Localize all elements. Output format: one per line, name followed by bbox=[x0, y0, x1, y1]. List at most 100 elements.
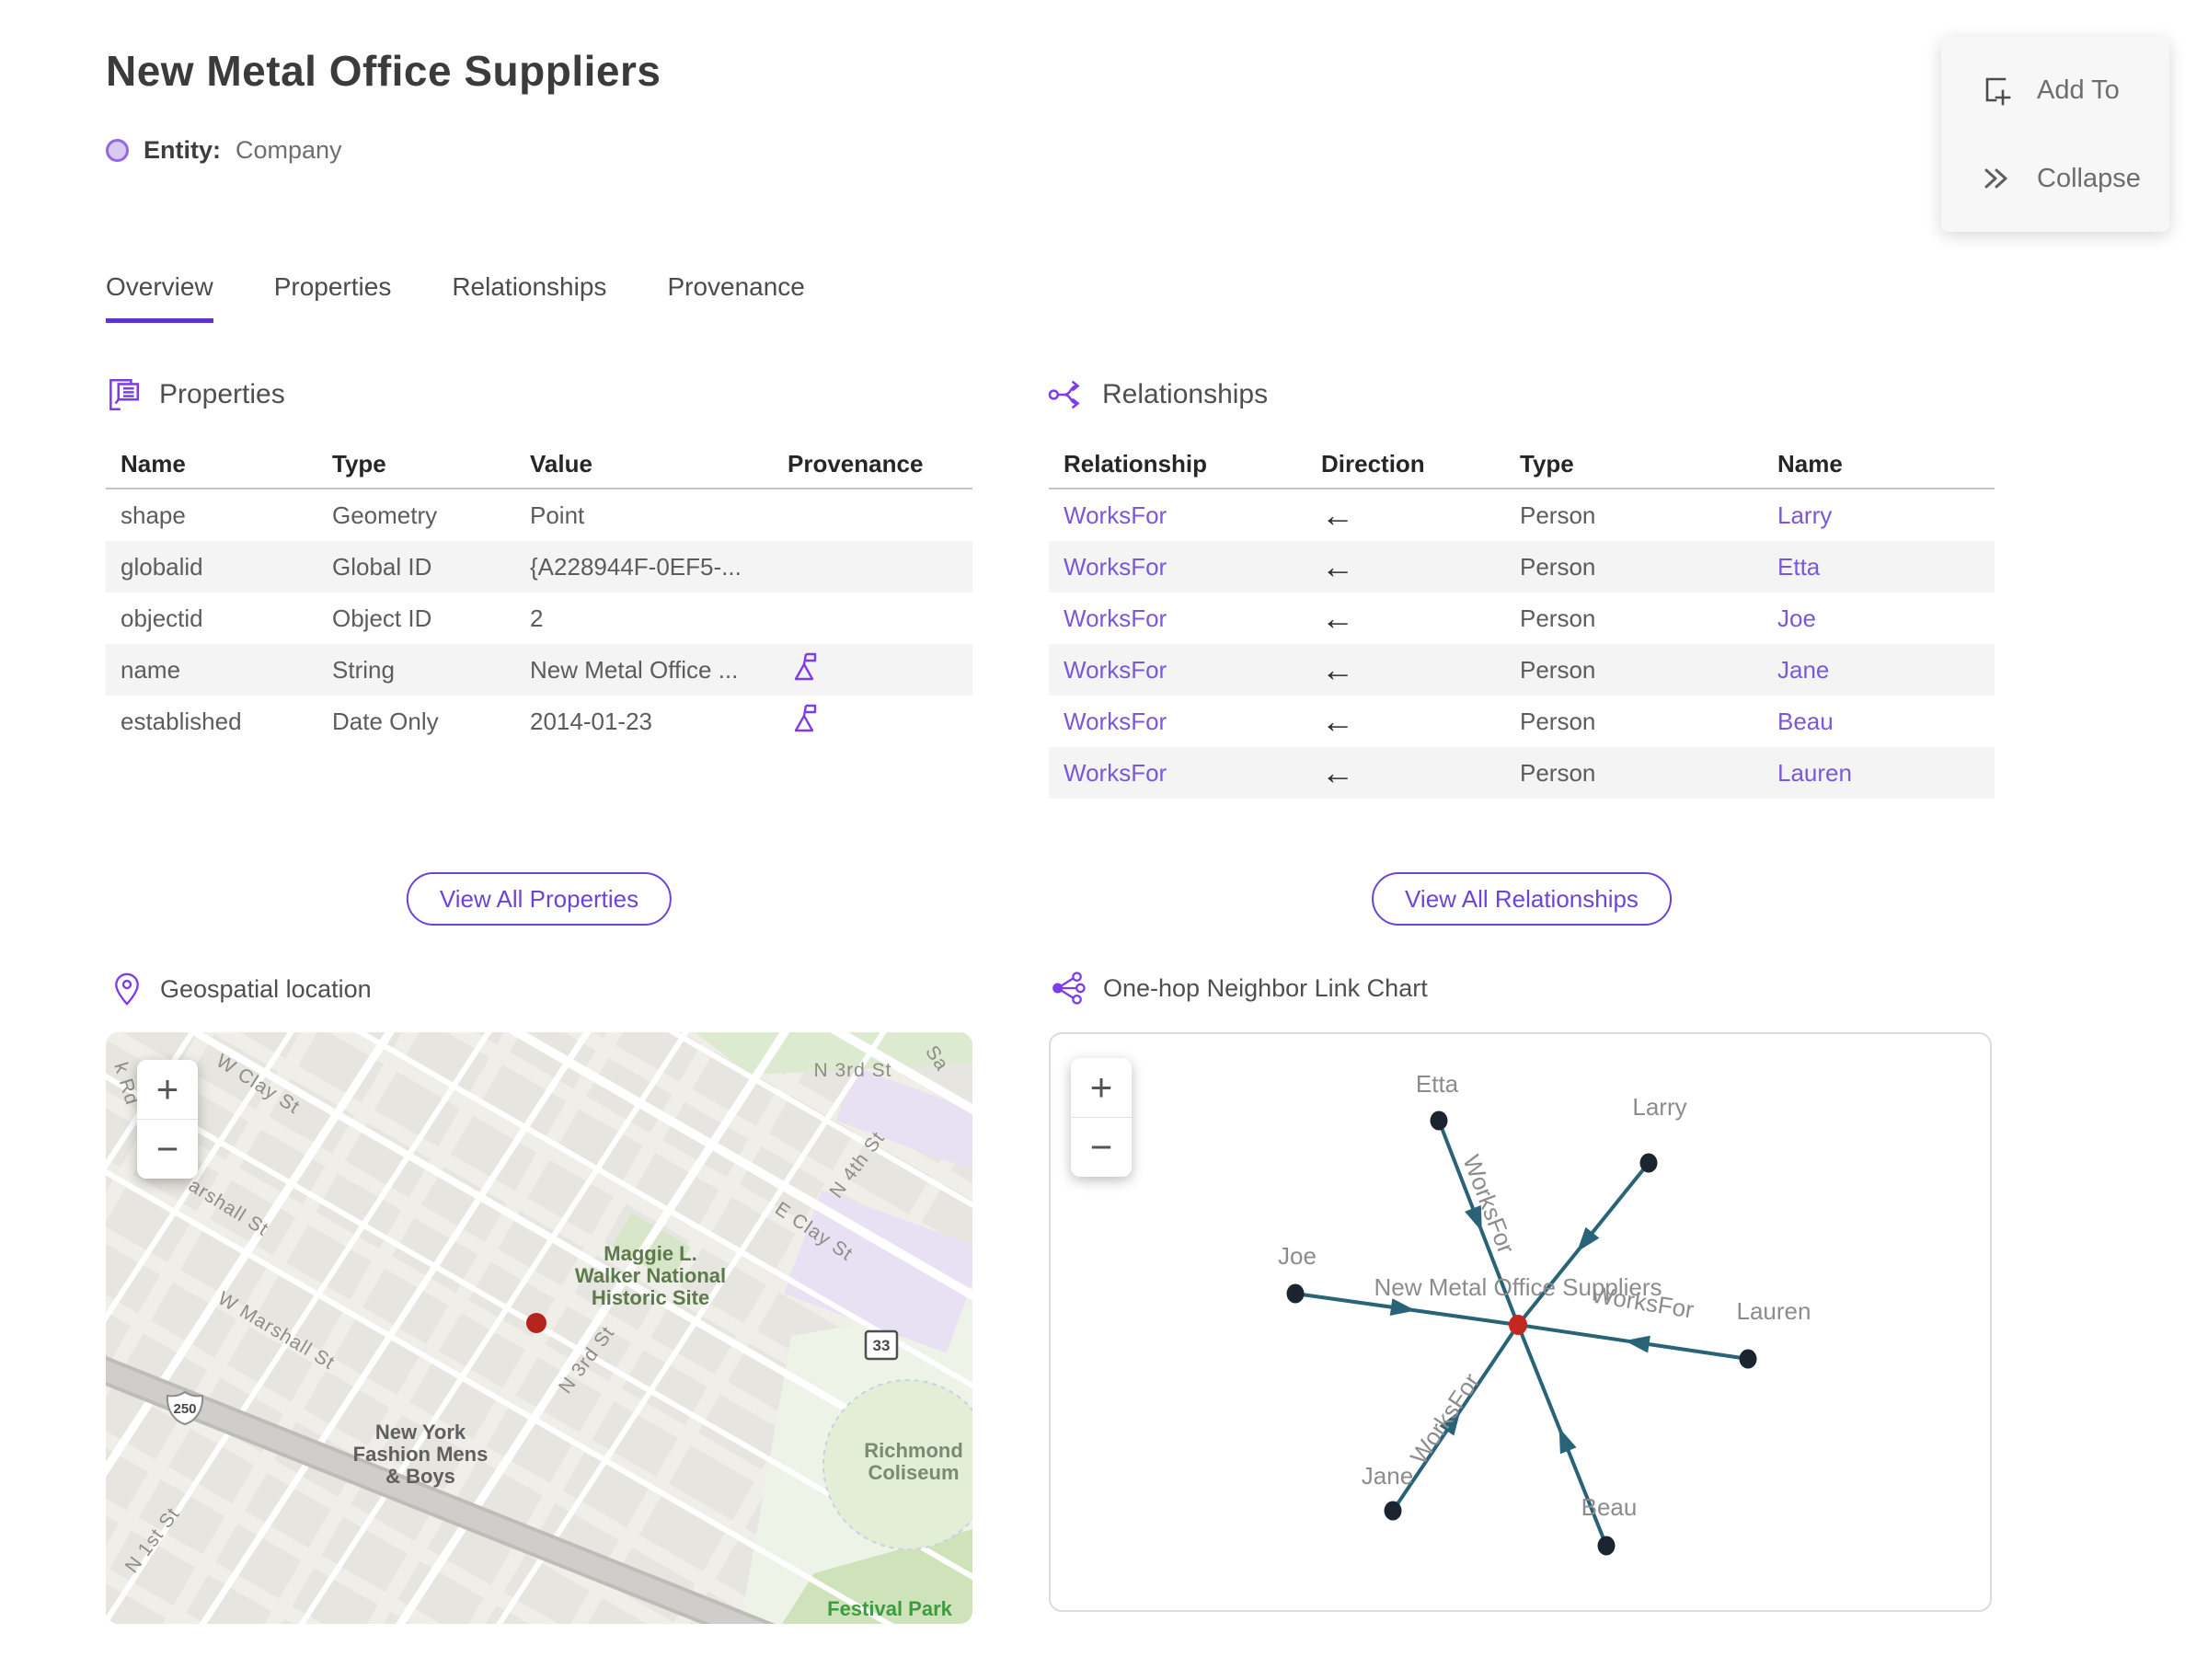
relationship-link[interactable]: WorksFor bbox=[1049, 708, 1306, 736]
view-all-properties-button[interactable]: View All Properties bbox=[406, 872, 673, 926]
col-provenance: Provenance bbox=[788, 449, 924, 478]
relationships-section-title: Relationships bbox=[1102, 379, 1269, 409]
relationship-link[interactable]: WorksFor bbox=[1049, 656, 1306, 685]
link-chart-section-title: One-hop Neighbor Link Chart bbox=[1103, 973, 1428, 1002]
map-zoom-in-button[interactable]: + bbox=[137, 1060, 198, 1119]
relationship-link[interactable]: WorksFor bbox=[1049, 604, 1306, 633]
one-hop-link-chart-icon bbox=[1052, 972, 1086, 1005]
collapse-label: Collapse bbox=[2037, 163, 2141, 193]
svg-text:Beau: Beau bbox=[1581, 1493, 1638, 1521]
col-value: Value bbox=[530, 449, 592, 478]
map-location-marker bbox=[526, 1313, 546, 1333]
related-entity-link[interactable]: Lauren bbox=[1763, 759, 1995, 788]
direction-arrow: ← bbox=[1321, 547, 1354, 585]
direction-arrow: ← bbox=[1321, 702, 1354, 740]
property-type: Object ID bbox=[332, 604, 432, 632]
chart-zoom-out-button[interactable]: − bbox=[1071, 1117, 1132, 1177]
link-chart-canvas[interactable]: EttaLarryJoeLaurenJaneBeauNew Metal Offi… bbox=[1051, 1034, 1990, 1610]
direction-arrow: ← bbox=[1321, 754, 1354, 791]
relationship-row: WorksFor ← Person Etta bbox=[1049, 541, 1995, 593]
relationships-icon bbox=[1048, 381, 1080, 408]
related-entity-type: Person bbox=[1520, 501, 1596, 529]
svg-text:Lauren: Lauren bbox=[1737, 1297, 1811, 1325]
tab-bar: Overview Properties Relationships Proven… bbox=[106, 272, 805, 323]
property-type: String bbox=[332, 655, 395, 684]
direction-arrow: ← bbox=[1321, 650, 1354, 688]
actions-panel: Add To Collapse bbox=[1941, 37, 2169, 232]
tab-provenance[interactable]: Provenance bbox=[667, 272, 804, 323]
property-type: Date Only bbox=[332, 707, 439, 735]
property-value: 2 bbox=[530, 604, 544, 632]
map-panel: 250 33 k Rd W Clay St Sa arshall St W Marsha… bbox=[106, 1032, 972, 1624]
provenance-cell[interactable] bbox=[773, 702, 972, 742]
entity-row: Entity: Company bbox=[106, 136, 342, 165]
view-all-relationships-button[interactable]: View All Relationships bbox=[1372, 872, 1672, 926]
chart-zoom-in-button[interactable]: + bbox=[1071, 1058, 1132, 1117]
properties-section-title: Properties bbox=[159, 379, 285, 409]
col-type: Type bbox=[1520, 449, 1574, 478]
svg-text:N 3rd St: N 3rd St bbox=[813, 1060, 891, 1081]
related-entity-link[interactable]: Etta bbox=[1763, 553, 1995, 581]
tab-properties[interactable]: Properties bbox=[274, 272, 392, 323]
map-zoom-out-button[interactable]: − bbox=[137, 1119, 198, 1179]
add-to-button[interactable]: Add To bbox=[1941, 74, 2169, 107]
property-row: shape Geometry Point bbox=[106, 489, 972, 541]
svg-text:Etta: Etta bbox=[1416, 1070, 1459, 1098]
tab-relationships[interactable]: Relationships bbox=[452, 272, 606, 323]
relationship-row: WorksFor ← Person Jane bbox=[1049, 644, 1995, 696]
direction-arrow: ← bbox=[1321, 599, 1354, 637]
svg-text:250: 250 bbox=[173, 1401, 196, 1417]
tab-overview[interactable]: Overview bbox=[106, 272, 213, 323]
entity-label: Entity: bbox=[144, 136, 221, 164]
property-row: globalid Global ID {A228944F-0EF5-... bbox=[106, 541, 972, 593]
related-entity-type: Person bbox=[1520, 758, 1596, 787]
svg-text:Larry: Larry bbox=[1632, 1093, 1686, 1121]
geospatial-section-title: Geospatial location bbox=[160, 974, 372, 1003]
chevrons-right-icon bbox=[1984, 168, 2007, 189]
relationship-row: WorksFor ← Person Beau bbox=[1049, 696, 1995, 747]
property-row: objectid Object ID 2 bbox=[106, 593, 972, 644]
properties-section-header: Properties bbox=[104, 375, 285, 414]
related-entity-type: Person bbox=[1520, 552, 1596, 581]
relationships-table: Relationship Direction Type Name WorksFo… bbox=[1049, 440, 1995, 799]
collapse-button[interactable]: Collapse bbox=[1941, 162, 2169, 195]
property-name: globalid bbox=[121, 552, 203, 581]
provenance-cell[interactable] bbox=[773, 650, 972, 690]
relationship-row: WorksFor ← Person Lauren bbox=[1049, 747, 1995, 799]
property-type: Geometry bbox=[332, 501, 438, 529]
map-canvas[interactable]: 250 33 k Rd W Clay St Saarshall StW Marsha… bbox=[106, 1032, 972, 1624]
link-chart-section-header: One-hop Neighbor Link Chart bbox=[1052, 971, 1428, 1006]
property-row: established Date Only 2014-01-23 bbox=[106, 696, 972, 747]
add-to-icon bbox=[1985, 77, 2011, 106]
entity-type: Company bbox=[236, 136, 342, 164]
col-relationship: Relationship bbox=[1064, 449, 1208, 478]
related-entity-link[interactable]: Jane bbox=[1763, 656, 1995, 685]
relationship-row: WorksFor ← Person Larry bbox=[1049, 489, 1995, 541]
related-entity-link[interactable]: Joe bbox=[1763, 604, 1995, 633]
related-entity-link[interactable]: Beau bbox=[1763, 708, 1995, 736]
relationship-link[interactable]: WorksFor bbox=[1049, 553, 1306, 581]
col-name: Name bbox=[1777, 449, 1843, 478]
related-entity-type: Person bbox=[1520, 655, 1596, 684]
entity-type-dot bbox=[106, 139, 129, 162]
property-name: shape bbox=[121, 501, 186, 529]
provenance-flag-icon bbox=[794, 704, 817, 731]
svg-text:33: 33 bbox=[873, 1337, 891, 1354]
add-to-label: Add To bbox=[2037, 75, 2120, 105]
relationship-link[interactable]: WorksFor bbox=[1049, 501, 1306, 530]
properties-table: Name Type Value Provenance shape Geometry… bbox=[106, 440, 972, 747]
property-name: established bbox=[121, 707, 242, 735]
svg-text:WorksFor: WorksFor bbox=[1405, 1368, 1486, 1469]
svg-text:Festival Park: Festival Park bbox=[827, 1597, 953, 1620]
relationship-link[interactable]: WorksFor bbox=[1049, 759, 1306, 788]
relationship-row: WorksFor ← Person Joe bbox=[1049, 593, 1995, 644]
property-row: name String New Metal Office ... bbox=[106, 644, 972, 696]
related-entity-link[interactable]: Larry bbox=[1763, 501, 1995, 530]
property-value: New Metal Office ... bbox=[530, 655, 739, 684]
route-shield-33: 33 bbox=[864, 1329, 899, 1361]
map-pin-icon bbox=[115, 972, 139, 1006]
properties-table-header: Name Type Value Provenance bbox=[106, 440, 972, 489]
properties-table-body: shape Geometry Point globalid Global ID {A228… bbox=[106, 489, 972, 747]
map-zoom-control: + − bbox=[137, 1060, 198, 1179]
svg-text:Jane: Jane bbox=[1362, 1462, 1413, 1490]
